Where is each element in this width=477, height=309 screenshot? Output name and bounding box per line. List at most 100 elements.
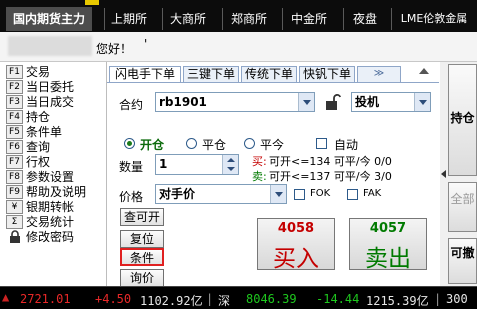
yuan-icon: ¥: [6, 200, 23, 214]
tab-shfe[interactable]: 上期所: [106, 7, 152, 31]
menu-item-label: 交易统计: [26, 215, 75, 229]
more-tabs-chevron-icon[interactable]: ≫: [357, 66, 401, 82]
sz-index-value: 8046.39: [246, 292, 297, 306]
tab-czce[interactable]: 郑商所: [226, 7, 272, 31]
menu-item-trade[interactable]: F1 交易: [6, 65, 50, 80]
sell-availability-text: 可开<=137 可平/今 3/0: [269, 170, 392, 183]
tab-divider: [222, 8, 223, 30]
top-yellow-strip: [85, 0, 99, 5]
tab-quick-order[interactable]: 快钒下单: [299, 66, 355, 82]
market-tab-bar: 国内期货主力 上期所 大商所 郑商所 中金所 夜盘 LME伦敦金属: [0, 0, 477, 32]
tab-cffex[interactable]: 中金所: [286, 7, 332, 31]
order-panel: 闪电手下单 三键下单 传统下单 快钒下单 ≫ 合约 rb1901 投机 开仓 平…: [106, 62, 440, 287]
quantity-spin-icon[interactable]: [222, 155, 238, 174]
menu-item-settings[interactable]: F8 参数设置: [6, 170, 74, 185]
menu-item-help[interactable]: F9 帮助及说明: [6, 185, 86, 200]
tab-divider: [104, 8, 105, 30]
open-position-label: 开仓: [140, 138, 165, 152]
menu-item-label: 修改密码: [26, 230, 75, 244]
menu-item-conditional-orders[interactable]: F5 条件单: [6, 125, 62, 140]
close-position-radio[interactable]: [186, 138, 197, 149]
menu-item-label: 行权: [26, 155, 51, 169]
hotkey-badge: F8: [6, 170, 23, 184]
hotkey-badge: F6: [6, 140, 23, 154]
hotkey-badge: F3: [6, 95, 23, 109]
sell-label: 卖出: [365, 246, 411, 272]
contract-select[interactable]: rb1901: [155, 92, 315, 112]
condition-button[interactable]: 条件: [120, 248, 164, 266]
chevron-down-icon[interactable]: [298, 93, 314, 111]
cyb-index-name: 300: [446, 292, 468, 306]
auto-checkbox[interactable]: [316, 138, 327, 149]
fok-label: FOK: [310, 188, 331, 199]
tab-lme[interactable]: LME伦敦金属: [394, 7, 474, 31]
menu-item-today-orders[interactable]: F2 当日委托: [6, 80, 74, 95]
all-side-button[interactable]: 全部: [448, 182, 477, 232]
price-type-select[interactable]: 对手价: [155, 184, 287, 204]
fok-checkbox[interactable]: [294, 189, 305, 200]
chevron-down-icon[interactable]: [270, 185, 286, 203]
menu-item-change-password[interactable]: 修改密码: [6, 230, 74, 245]
buy-availability-text: 可开<=134 可平/今 0/0: [269, 155, 392, 168]
menu-item-label: 交易: [26, 65, 51, 79]
menu-item-bank-transfer[interactable]: ¥ 银期转帐: [6, 200, 74, 215]
menu-item-label: 条件单: [26, 125, 63, 139]
tab-flash-order[interactable]: 闪电手下单: [109, 66, 181, 83]
menu-item-label: 当日委托: [26, 80, 75, 94]
tab-underline: [107, 82, 439, 83]
quantity-label: 数量: [119, 160, 144, 174]
ticker-divider: |: [434, 292, 442, 306]
fak-checkbox[interactable]: [347, 189, 358, 200]
quantity-value: 1: [159, 157, 168, 171]
hotkey-badge: F7: [6, 155, 23, 169]
sz-index-turnover: 1215.39亿: [366, 294, 429, 308]
inquiry-button[interactable]: 询价: [120, 269, 164, 287]
function-menu: F1 交易 F2 当日委托 F3 当日成交 F4 持仓 F5 条件单 F6 查询 F7 行权 …: [0, 62, 106, 286]
tab-dce[interactable]: 大商所: [165, 7, 211, 31]
tab-divider: [282, 8, 283, 30]
greeting-text: 您好！: [96, 42, 133, 56]
greeting-mark: ': [144, 37, 148, 51]
tab-divider: [391, 8, 392, 30]
collapse-left-icon[interactable]: [441, 170, 446, 178]
cancelable-side-button[interactable]: 可撤: [448, 238, 477, 284]
tab-domestic-main[interactable]: 国内期货主力: [6, 7, 92, 31]
menu-item-label: 银期转帐: [26, 200, 75, 214]
contract-label: 合约: [119, 98, 144, 112]
menu-item-exercise[interactable]: F7 行权: [6, 155, 50, 170]
query-openable-button[interactable]: 查可开: [120, 208, 164, 226]
menu-item-label: 查询: [26, 140, 51, 154]
buy-availability-prefix: 买:: [252, 155, 267, 168]
tab-night[interactable]: 夜盘: [348, 7, 382, 31]
sigma-icon: Σ: [6, 215, 23, 229]
price-label: 价格: [119, 190, 144, 204]
menu-item-positions[interactable]: F4 持仓: [6, 110, 50, 125]
tab-three-key-order[interactable]: 三键下单: [183, 66, 239, 82]
buy-button[interactable]: 4058 买入: [257, 218, 335, 272]
close-position-label: 平仓: [202, 138, 227, 152]
collapse-up-icon[interactable]: [419, 68, 429, 74]
menu-item-label: 帮助及说明: [26, 185, 87, 199]
tab-classic-order[interactable]: 传统下单: [241, 66, 297, 82]
price-type-value: 对手价: [159, 187, 196, 201]
menu-item-today-trades[interactable]: F3 当日成交: [6, 95, 74, 110]
side-toolbar: 持仓 全部 可撤: [440, 62, 477, 286]
buy-price: 4058: [277, 221, 315, 236]
menu-item-query[interactable]: F6 查询: [6, 140, 50, 155]
quantity-stepper[interactable]: 1: [155, 154, 239, 175]
fak-label: FAK: [363, 188, 382, 199]
open-position-radio[interactable]: [124, 138, 135, 149]
hedge-type-select[interactable]: 投机: [351, 92, 431, 112]
positions-side-button[interactable]: 持仓: [448, 64, 477, 176]
chevron-down-icon[interactable]: [414, 93, 430, 111]
menu-item-trade-stats[interactable]: Σ 交易统计: [6, 215, 74, 230]
menu-item-label: 参数设置: [26, 170, 75, 184]
unlock-icon[interactable]: [325, 93, 342, 114]
up-arrow-icon: ▲: [2, 290, 10, 304]
sh-index-turnover: 1102.92亿: [140, 294, 203, 308]
close-today-radio[interactable]: [244, 138, 255, 149]
ticker-divider: |: [206, 292, 214, 306]
reset-button[interactable]: 复位: [120, 230, 164, 248]
sell-button[interactable]: 4057 卖出: [349, 218, 427, 272]
buy-label: 买入: [273, 246, 319, 272]
